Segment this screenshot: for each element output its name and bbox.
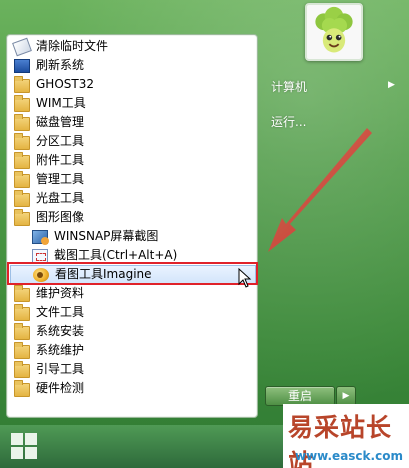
menu-item-label: 附件工具	[36, 153, 85, 167]
broccoli-avatar-icon	[315, 6, 353, 53]
menu-item-disc-tools[interactable]: 光盘工具	[10, 189, 256, 208]
imagine-icon	[33, 267, 49, 282]
menu-item-label: 硬件检测	[36, 381, 85, 395]
snipping-tool-icon	[32, 248, 48, 263]
winsnap-icon	[32, 229, 49, 245]
right-item-computer[interactable]: 计算机	[271, 78, 307, 95]
menu-item-ghost32[interactable]: GHOST32	[10, 75, 256, 94]
menu-item-imagine[interactable]: 看图工具Imagine	[10, 265, 256, 284]
folder-icon	[14, 380, 30, 397]
folder-icon	[14, 209, 30, 226]
folder-icon	[14, 133, 30, 150]
eraser-icon	[12, 37, 32, 56]
menu-item-system-maintenance[interactable]: 系统维护	[10, 341, 256, 360]
chevron-right-icon: ▶	[388, 80, 395, 90]
program-list-pane: 清除临时文件 刷新系统 GHOST32 WIM工具 磁盘管理 分区工具 附件工具	[6, 34, 258, 418]
menu-item-label: 光盘工具	[36, 191, 85, 205]
menu-item-hardware-detection[interactable]: 硬件检测	[10, 379, 256, 398]
power-options-button[interactable]: ▶	[336, 386, 356, 406]
right-item-run[interactable]: 运行...	[271, 113, 306, 130]
menu-item-label: 刷新系统	[36, 58, 85, 72]
menu-item-label: 系统维护	[36, 343, 85, 357]
menu-item-label: GHOST32	[36, 77, 94, 91]
chevron-right-icon: ▶	[342, 391, 350, 401]
menu-item-graphics[interactable]: 图形图像	[10, 208, 256, 227]
menu-item-refresh-system[interactable]: 刷新系统	[10, 56, 256, 75]
menu-item-disk-management[interactable]: 磁盘管理	[10, 113, 256, 132]
menu-item-label: 文件工具	[36, 305, 85, 319]
folder-icon	[14, 171, 30, 188]
menu-item-accessory-tools[interactable]: 附件工具	[10, 151, 256, 170]
menu-item-label: 引导工具	[36, 362, 85, 376]
watermark-url: www.easck.com	[295, 449, 403, 463]
folder-icon	[14, 152, 30, 169]
menu-item-boot-tools[interactable]: 引导工具	[10, 360, 256, 379]
menu-item-label: 管理工具	[36, 172, 85, 186]
menu-item-label: 系统安装	[36, 324, 85, 338]
menu-item-label: 看图工具Imagine	[55, 267, 152, 281]
watermark: 易采站长站 www.easck.com	[283, 404, 409, 468]
menu-item-snipping-tool[interactable]: 截图工具(Ctrl+Alt+A)	[10, 246, 256, 265]
user-avatar[interactable]	[305, 3, 363, 61]
menu-item-label: WINSNAP屏幕截图	[54, 229, 159, 243]
refresh-icon	[14, 58, 30, 73]
folder-icon	[14, 285, 30, 302]
menu-item-label: 清除临时文件	[36, 39, 109, 53]
program-list: 清除临时文件 刷新系统 GHOST32 WIM工具 磁盘管理 分区工具 附件工具	[10, 37, 256, 398]
menu-item-admin-tools[interactable]: 管理工具	[10, 170, 256, 189]
menu-item-label: 图形图像	[36, 210, 85, 224]
folder-icon	[14, 342, 30, 359]
folder-icon	[14, 114, 30, 131]
folder-icon	[14, 190, 30, 207]
folder-icon	[14, 323, 30, 340]
folder-icon	[14, 361, 30, 378]
menu-item-label: 分区工具	[36, 134, 85, 148]
windows-logo-icon[interactable]	[11, 433, 39, 461]
menu-item-label: WIM工具	[36, 96, 86, 110]
restart-button[interactable]: 重启	[265, 386, 335, 406]
mouse-cursor-icon	[238, 268, 252, 288]
folder-icon	[14, 95, 30, 112]
menu-item-system-install[interactable]: 系统安装	[10, 322, 256, 341]
menu-item-maintenance-docs[interactable]: 维护资料	[10, 284, 256, 303]
menu-item-winsnap[interactable]: WINSNAP屏幕截图	[10, 227, 256, 246]
menu-item-clear-temp[interactable]: 清除临时文件	[10, 37, 256, 56]
menu-item-label: 维护资料	[36, 286, 85, 300]
folder-icon	[14, 76, 30, 93]
menu-item-wim-tools[interactable]: WIM工具	[10, 94, 256, 113]
menu-item-label: 截图工具(Ctrl+Alt+A)	[54, 248, 178, 262]
menu-item-file-tools[interactable]: 文件工具	[10, 303, 256, 322]
menu-item-partition-tools[interactable]: 分区工具	[10, 132, 256, 151]
menu-item-label: 磁盘管理	[36, 115, 85, 129]
folder-icon	[14, 304, 30, 321]
